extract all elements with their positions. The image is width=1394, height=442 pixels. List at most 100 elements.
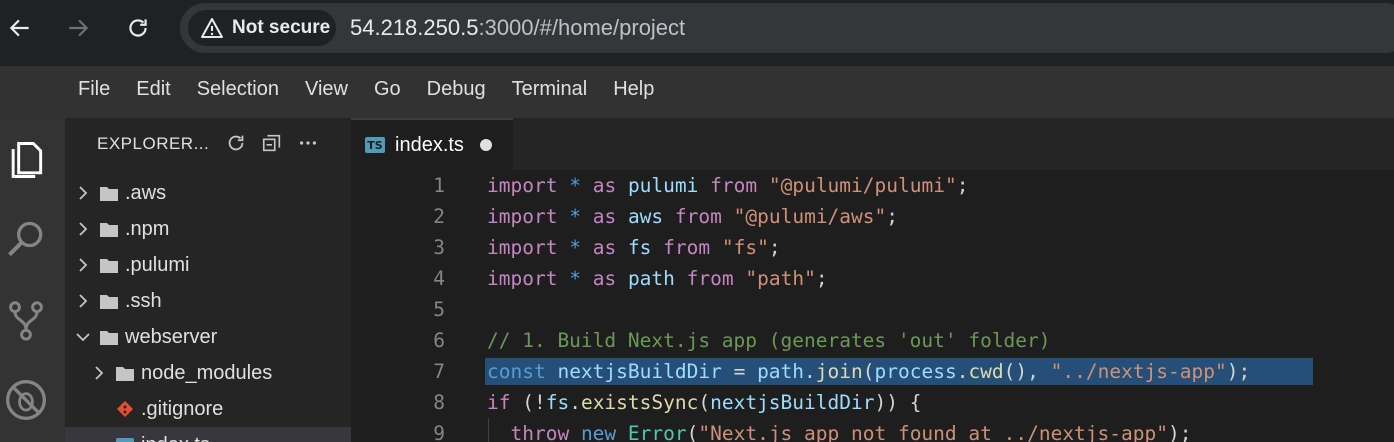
folder-icon: [100, 295, 118, 309]
tree-item[interactable]: .gitignore: [65, 391, 351, 427]
tree-item-label: index.ts: [141, 434, 210, 442]
menu-terminal[interactable]: Terminal: [499, 78, 601, 101]
forward-button[interactable]: [58, 8, 98, 48]
code-token: (: [862, 360, 875, 383]
git-file-icon: [117, 401, 133, 417]
code-token: // 1. Build Next.js app (generates 'out'…: [487, 329, 1051, 352]
tree-item[interactable]: .npm: [65, 211, 351, 247]
code-token: *: [569, 267, 581, 290]
code-token: as: [592, 236, 617, 259]
chevron-right-icon[interactable]: [89, 363, 109, 383]
reload-button[interactable]: [118, 8, 158, 48]
code-line[interactable]: 5: [351, 294, 1394, 325]
code-line[interactable]: 9 throw new Error("Next.js app not found…: [351, 418, 1394, 442]
menu-help[interactable]: Help: [600, 78, 667, 101]
code-token: existsSync: [580, 391, 699, 414]
code-token: import: [487, 267, 558, 290]
code-token: nextjsBuildDir: [710, 391, 875, 414]
chevron-right-icon[interactable]: [73, 255, 93, 275]
unsaved-dot-icon[interactable]: [479, 139, 492, 151]
tree-item-label: .ssh: [125, 289, 162, 312]
chevron-right-icon[interactable]: [73, 291, 93, 311]
code-token: aws: [627, 205, 664, 228]
collapse-all-icon[interactable]: [261, 132, 283, 154]
menu-selection[interactable]: Selection: [184, 78, 292, 101]
debug-activity-button[interactable]: [2, 376, 50, 424]
files-icon: [11, 142, 43, 178]
file-tree: .aws .npm .pulumi .ssh webserver node_modules…: [65, 175, 351, 442]
menu-debug[interactable]: Debug: [414, 78, 499, 101]
address-bar[interactable]: Not secure 54.218.250.5:3000/#/home/proj…: [180, 3, 1394, 53]
code-token: fs: [545, 391, 570, 414]
folder-icon: [100, 223, 118, 237]
chevron-right-icon[interactable]: [73, 183, 93, 203]
chevron-down-icon[interactable]: [73, 327, 93, 347]
code-token: (),: [1003, 360, 1051, 383]
code-token: .: [569, 391, 581, 414]
refresh-icon[interactable]: [225, 132, 247, 154]
arrow-right-icon: [69, 19, 89, 37]
warning-icon: [201, 18, 223, 38]
line-number: 6: [433, 329, 445, 352]
code-token: if: [487, 391, 511, 414]
line-number: 3: [433, 236, 445, 259]
search-icon: [8, 221, 43, 257]
code-line[interactable]: 3 import * as fs from "fs";: [351, 232, 1394, 263]
menu-edit[interactable]: Edit: [123, 78, 183, 101]
menu-file[interactable]: File: [65, 78, 123, 101]
folder-icon: [116, 367, 134, 381]
browser-toolbar: Not secure 54.218.250.5:3000/#/home/proj…: [0, 0, 1394, 56]
search-activity-button[interactable]: [2, 216, 50, 264]
code-token: join: [815, 360, 863, 383]
code-editor[interactable]: 1 import * as pulumi from "@pulumi/pulumi…: [351, 170, 1394, 442]
source-control-activity-button[interactable]: [2, 296, 50, 344]
tree-item[interactable]: index.ts: [65, 427, 351, 442]
code-token: "Next.js app not found at ../nextjs-app": [698, 422, 1168, 442]
security-chip[interactable]: Not secure: [188, 10, 336, 46]
code-token: cwd: [968, 360, 1004, 383]
tree-item[interactable]: webserver: [65, 319, 351, 355]
menu-view[interactable]: View: [292, 78, 361, 101]
menu-go[interactable]: Go: [361, 78, 414, 101]
code-text: if (!fs.existsSync(nextjsBuildDir)) {: [487, 387, 921, 418]
url-text[interactable]: 54.218.250.5:3000/#/home/project: [350, 15, 685, 41]
code-token: "@pulumi/pulumi": [768, 174, 957, 197]
code-line[interactable]: 2 import * as aws from "@pulumi/aws";: [351, 201, 1394, 232]
tree-item-label: webserver: [125, 325, 218, 348]
line-number: 8: [433, 391, 445, 414]
code-token: process: [874, 360, 957, 383]
code-token: path: [627, 267, 675, 290]
code-token: ;: [768, 236, 781, 259]
code-token: (: [686, 422, 699, 442]
code-line[interactable]: 4 import * as path from "path";: [351, 263, 1394, 294]
code-line[interactable]: 8 if (!fs.existsSync(nextjsBuildDir)) {: [351, 387, 1394, 418]
tree-item[interactable]: node_modules: [65, 355, 351, 391]
tree-item[interactable]: .aws: [65, 175, 351, 211]
code-token: from: [710, 174, 758, 197]
chevron-right-icon[interactable]: [73, 219, 93, 239]
explorer-sidebar: EXPLORER... .aws .npm .pulumi .ssh webserver…: [65, 118, 351, 442]
code-line[interactable]: 6 // 1. Build Next.js app (generates 'out…: [351, 325, 1394, 356]
tree-item[interactable]: .ssh: [65, 283, 351, 319]
tree-item[interactable]: .pulumi: [65, 247, 351, 283]
tab-label: index.ts: [395, 133, 464, 156]
code-token: )) {: [874, 391, 922, 414]
tab-index-ts[interactable]: TS index.ts: [351, 118, 513, 170]
more-icon[interactable]: [297, 132, 319, 154]
code-token: *: [569, 205, 581, 228]
code-line[interactable]: 7 const nextjsBuildDir = path.join(proces…: [351, 356, 1394, 387]
folder-icon: [100, 331, 118, 345]
code-line[interactable]: 1 import * as pulumi from "@pulumi/pulumi…: [351, 170, 1394, 201]
line-number: 4: [433, 267, 445, 290]
back-button[interactable]: [0, 8, 40, 48]
explorer-activity-button[interactable]: [2, 136, 50, 184]
